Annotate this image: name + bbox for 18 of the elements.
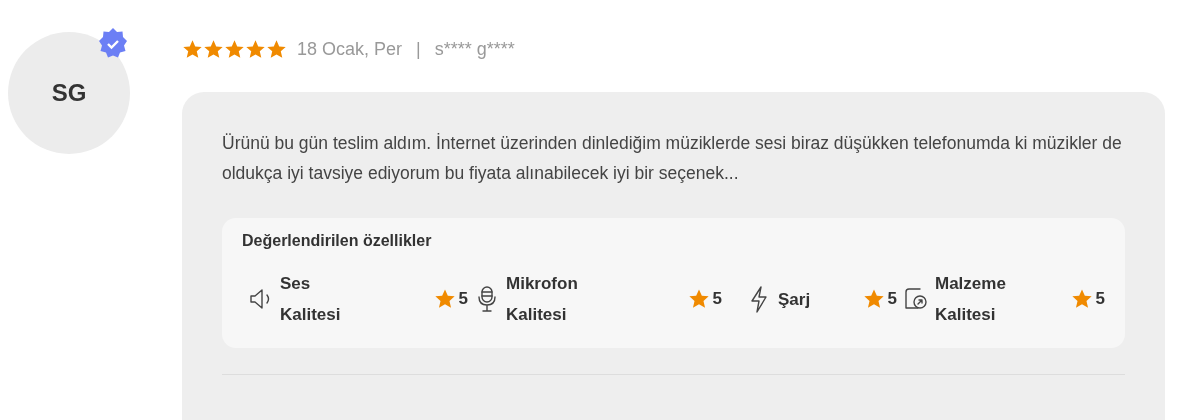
feature-label: Malzeme Kalitesi	[935, 273, 1007, 326]
feature-score: 5	[458, 289, 468, 309]
feature-label: Mikrofon Kalitesi	[506, 273, 579, 326]
star-icon	[433, 288, 456, 310]
feature-score: 5	[887, 289, 897, 309]
user-avatar: SG	[8, 32, 130, 154]
star-icon	[687, 288, 710, 310]
review-date: 18 Ocak, Per	[297, 38, 403, 60]
feature-score: 5	[712, 289, 722, 309]
feature-score: 5	[1095, 289, 1105, 309]
features-title: Değerlendirilen özellikler	[242, 232, 433, 250]
star-icon	[862, 288, 885, 310]
feature-label: Şarj	[778, 288, 811, 311]
feature-label: Ses Kalitesi	[280, 273, 342, 326]
author-name: s**** g****	[434, 38, 515, 60]
star-icon	[1070, 288, 1093, 310]
review-text: Ürünü bu gün teslim aldım. İnternet üzerinden dinlediğim müziklerde sesi biraz düşükken telefonumda ki müzikler de oldukça iyi tavsiye ediyorum bu fiyata alınabilecek iyi bir seçenek...	[222, 132, 1123, 185]
separator: |	[416, 38, 421, 60]
